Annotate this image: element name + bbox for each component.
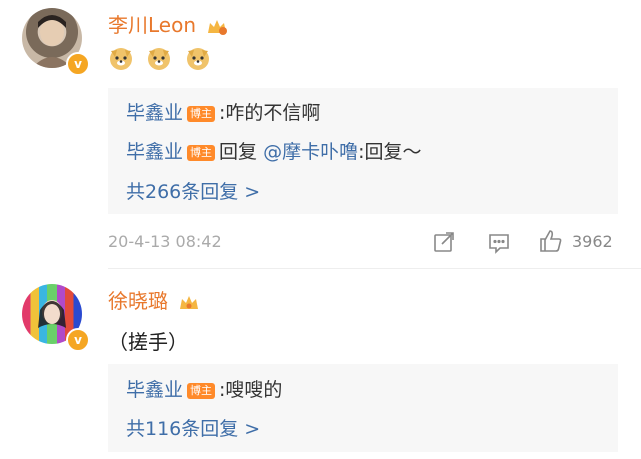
- reply-author[interactable]: 毕鑫业: [126, 102, 183, 124]
- more-replies-link[interactable]: 共266条回复 >: [126, 177, 260, 204]
- comment-item: v 徐晓璐 （搓手） 毕鑫业 博主:嗖嗖的 共116条回复 >: [0, 270, 641, 459]
- username-text[interactable]: 徐晓璐: [108, 289, 168, 313]
- more-replies-link[interactable]: 共116条回复 >: [126, 414, 260, 441]
- comment-username[interactable]: 徐晓璐: [108, 285, 200, 314]
- blogger-badge: 博主: [187, 383, 216, 399]
- reply-author[interactable]: 毕鑫业: [126, 141, 183, 163]
- reply-box: 毕鑫业 博主:咋的不信啊 毕鑫业 博主 回复 @摩卡卟噜:回复～ 共266条回复 >: [108, 88, 618, 214]
- blogger-badge: 博主: [187, 145, 216, 161]
- like-count: 3962: [572, 232, 613, 251]
- blogger-badge: 博主: [187, 106, 216, 122]
- doge-emoji-icon: [148, 48, 171, 70]
- comment-text: （搓手）: [108, 330, 188, 354]
- comment-username[interactable]: 李川Leon: [108, 9, 228, 38]
- crown-icon: [208, 19, 228, 35]
- reply-line[interactable]: 毕鑫业 博主:嗖嗖的: [126, 375, 282, 402]
- verified-badge-icon: v: [66, 328, 90, 352]
- timestamp: 20-4-13 08:42: [108, 232, 222, 251]
- username-text[interactable]: 李川Leon: [108, 13, 196, 37]
- reply-author[interactable]: 毕鑫业: [126, 379, 183, 401]
- comment-text: [108, 45, 217, 76]
- comment-item: v 李川Leon 毕鑫业 博主:咋的不信啊 毕鑫业 博主 回复 @摩卡卟噜:回复～ 共…: [0, 0, 641, 270]
- like-icon[interactable]: [538, 228, 564, 254]
- crown-icon: [180, 295, 199, 309]
- mention-link[interactable]: @摩卡卟噜: [263, 141, 358, 163]
- doge-emoji-icon: [186, 48, 209, 70]
- verified-badge-icon: v: [66, 52, 90, 76]
- reply-text: 嗖嗖的: [225, 379, 283, 401]
- reply-text: :回复～: [358, 141, 422, 163]
- divider: [108, 268, 641, 269]
- reply-line[interactable]: 毕鑫业 博主:咋的不信啊: [126, 98, 320, 125]
- share-icon[interactable]: [432, 230, 456, 254]
- comment-icon[interactable]: [487, 231, 511, 255]
- reply-box: 毕鑫业 博主:嗖嗖的 共116条回复 >: [108, 364, 618, 452]
- reply-prefix: 回复: [219, 141, 258, 163]
- reply-text: 咋的不信啊: [225, 102, 321, 124]
- doge-emoji-icon: [110, 48, 132, 70]
- reply-line[interactable]: 毕鑫业 博主 回复 @摩卡卟噜:回复～: [126, 137, 422, 164]
